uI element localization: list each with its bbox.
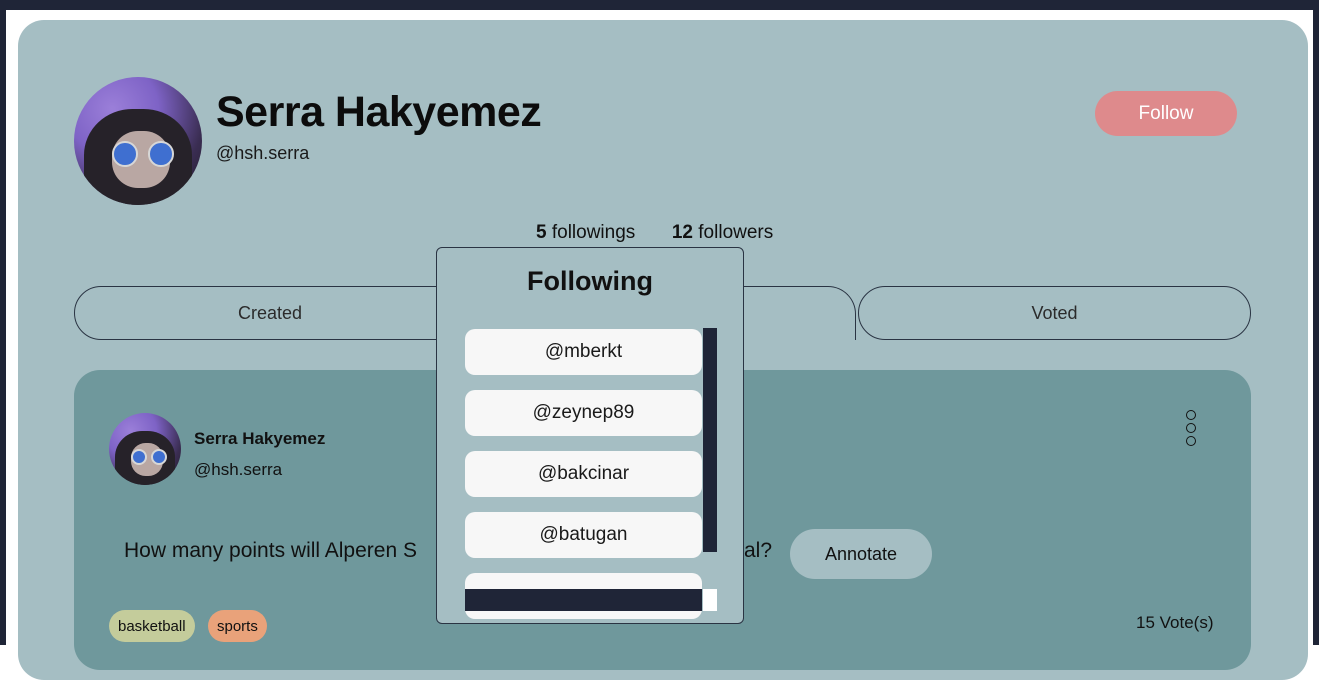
- vertical-scrollbar[interactable]: [703, 328, 717, 552]
- following-item[interactable]: @batugan: [465, 512, 702, 558]
- followings-count: 5: [536, 222, 547, 243]
- post-author-avatar: [109, 413, 181, 485]
- following-item[interactable]: @bakcinar: [465, 451, 702, 497]
- post-question: How many points will Alperen S: [124, 539, 417, 562]
- post-author-name: Serra Hakyemez: [194, 429, 326, 448]
- tab-middle[interactable]: [744, 286, 856, 340]
- following-item[interactable]: @zeynep89: [465, 390, 702, 436]
- scrollbar-corner: [703, 589, 717, 611]
- more-options-icon[interactable]: [1186, 410, 1200, 449]
- vote-count: 15 Vote(s): [1136, 613, 1214, 632]
- followers-count: 12: [671, 222, 693, 243]
- follow-stats: 5 followings 12 followers: [536, 222, 773, 244]
- following-item[interactable]: @mberkt: [465, 329, 702, 375]
- post-author-handle: @hsh.serra: [194, 460, 283, 479]
- modal-title: Following: [527, 266, 653, 296]
- window-top-border: [0, 0, 1319, 10]
- followings-stat[interactable]: 5 followings: [536, 222, 641, 243]
- tab-voted[interactable]: Voted: [858, 286, 1251, 340]
- tab-created[interactable]: Created: [74, 286, 466, 340]
- tag-basketball[interactable]: basketball: [109, 610, 195, 642]
- following-modal: Following @mberkt @zeynep89 @bakcinar @b…: [436, 247, 744, 624]
- annotate-button[interactable]: Annotate: [790, 529, 932, 579]
- follow-button[interactable]: Follow: [1095, 91, 1237, 136]
- window-left-border: [0, 0, 6, 645]
- followings-label: followings: [551, 222, 636, 243]
- window-right-border: [1313, 0, 1319, 645]
- horizontal-scrollbar[interactable]: [465, 589, 702, 611]
- followers-stat[interactable]: 12 followers: [672, 222, 773, 243]
- profile-name: Serra Hakyemez: [216, 88, 542, 136]
- post-question-tail: al?: [744, 539, 773, 562]
- profile-handle: @hsh.serra: [216, 143, 310, 163]
- tag-sports[interactable]: sports: [208, 610, 267, 642]
- followers-label: followers: [698, 222, 774, 243]
- profile-avatar: [74, 77, 202, 205]
